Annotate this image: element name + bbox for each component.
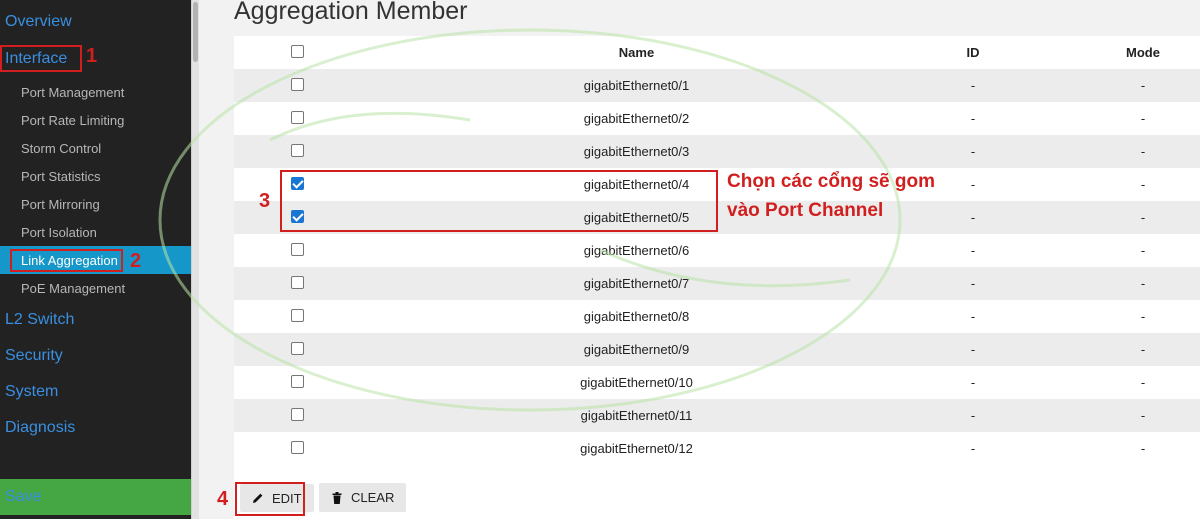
nav-system[interactable]: System [0, 374, 191, 410]
row-checkbox[interactable] [291, 210, 304, 223]
table-row: gigabitEthernet0/4 - - [234, 168, 1200, 201]
port-name: gigabitEthernet0/5 [583, 210, 690, 225]
select-all-checkbox[interactable] [291, 45, 304, 58]
sidebar-item-port-rate-limiting[interactable]: Port Rate Limiting [0, 106, 191, 134]
port-id: - [970, 243, 976, 258]
row-checkbox[interactable] [291, 342, 304, 355]
column-header-id: ID [966, 45, 980, 60]
sidebar-item-port-management[interactable]: Port Management [0, 78, 191, 106]
row-checkbox[interactable] [291, 276, 304, 289]
table-row: gigabitEthernet0/10 - - [234, 366, 1200, 399]
annotation-callout-line-2: vào Port Channel [727, 200, 884, 221]
port-id: - [970, 111, 976, 126]
port-name: gigabitEthernet0/12 [580, 441, 693, 456]
clear-button[interactable]: CLEAR [319, 483, 407, 512]
port-name: gigabitEthernet0/7 [583, 276, 690, 291]
port-mode: - [1140, 243, 1146, 258]
sidebar-item-storm-control[interactable]: Storm Control [0, 134, 191, 162]
port-id: - [970, 276, 976, 291]
row-checkbox[interactable] [291, 408, 304, 421]
port-id: - [970, 375, 976, 390]
port-id: - [970, 177, 976, 192]
port-id: - [970, 210, 976, 225]
nav-security[interactable]: Security [0, 338, 191, 374]
row-checkbox[interactable] [291, 177, 304, 190]
sidebar-item-port-isolation[interactable]: Port Isolation [0, 218, 191, 246]
port-id: - [970, 441, 976, 456]
annotation-number-1: 1 [86, 45, 98, 67]
row-checkbox[interactable] [291, 375, 304, 388]
aggregation-member-table: Name ID Mode gigabitEthernet0/1- - gigabit… [234, 36, 1200, 465]
sidebar-item-link-aggregation[interactable]: Link Aggregation [0, 246, 191, 274]
table-row: gigabitEthernet0/1 - - [234, 69, 1200, 102]
port-id: - [970, 408, 976, 423]
port-mode: - [1140, 309, 1146, 324]
sidebar-item-port-statistics[interactable]: Port Statistics [0, 162, 191, 190]
table-row: gigabitEthernet0/2 - - [234, 102, 1200, 135]
port-name: gigabitEthernet0/3 [583, 144, 690, 159]
row-checkbox[interactable] [291, 309, 304, 322]
annotation-callout-line-1: Chọn các cổng sẽ gom [727, 171, 935, 192]
port-name: gigabitEthernet0/11 [580, 408, 693, 423]
port-name: gigabitEthernet0/9 [583, 342, 690, 357]
row-checkbox[interactable] [291, 243, 304, 256]
port-mode: - [1140, 375, 1146, 390]
pencil-icon [253, 493, 263, 503]
nav-l2-switch[interactable]: L2 Switch [0, 302, 191, 338]
table-row: gigabitEthernet0/9 - - [234, 333, 1200, 366]
port-mode: - [1140, 177, 1146, 192]
port-name: gigabitEthernet0/8 [583, 309, 690, 324]
table-header: Name ID Mode [234, 36, 1200, 69]
edit-button[interactable]: EDIT [240, 484, 314, 512]
table-row: gigabitEthernet0/6 - - [234, 234, 1200, 267]
port-id: - [970, 342, 976, 357]
port-name: gigabitEthernet0/2 [583, 111, 690, 126]
annotation-number-2: 2 [130, 250, 142, 272]
port-mode: - [1140, 78, 1146, 93]
sidebar-scrollbar[interactable] [191, 0, 199, 519]
nav-diagnosis[interactable]: Diagnosis [0, 410, 191, 446]
port-name: gigabitEthernet0/10 [580, 375, 693, 390]
sidebar-item-port-mirroring[interactable]: Port Mirroring [0, 190, 191, 218]
column-header-mode: Mode [1126, 45, 1160, 60]
annotation-number-3: 3 [259, 190, 271, 212]
save-button[interactable]: Save [0, 479, 191, 515]
sidebar-item-poe-management[interactable]: PoE Management [0, 274, 191, 302]
clear-button-label: CLEAR [351, 490, 395, 505]
port-name: gigabitEthernet0/1 [583, 78, 690, 93]
row-checkbox[interactable] [291, 111, 304, 124]
port-id: - [970, 309, 976, 324]
port-mode: - [1140, 441, 1146, 456]
edit-button-label: EDIT [272, 490, 302, 506]
port-mode: - [1140, 276, 1146, 291]
port-mode: - [1140, 144, 1146, 159]
table-row: gigabitEthernet0/3 - - [234, 135, 1200, 168]
page-title: Aggregation Member [234, 0, 468, 25]
table-actions: EDIT CLEAR [234, 465, 1200, 519]
port-id: - [970, 144, 976, 159]
column-header-name: Name [618, 45, 655, 60]
trash-icon [332, 491, 342, 504]
table-row: gigabitEthernet0/5 - - [234, 201, 1200, 234]
annotation-number-4: 4 [217, 488, 229, 510]
main-content: Aggregation Member Name ID Mode gigabitE… [199, 0, 1200, 519]
row-checkbox[interactable] [291, 78, 304, 91]
table-row: gigabitEthernet0/11 - - [234, 399, 1200, 432]
sidebar: Overview Interface Port Management Port … [0, 0, 191, 519]
port-id: - [970, 78, 976, 93]
port-name: gigabitEthernet0/6 [583, 243, 690, 258]
port-name: gigabitEthernet0/4 [583, 177, 690, 192]
table-row: gigabitEthernet0/8 - - [234, 300, 1200, 333]
row-checkbox[interactable] [291, 144, 304, 157]
port-mode: - [1140, 408, 1146, 423]
table-row: gigabitEthernet0/12 - - [234, 432, 1200, 465]
nav-overview[interactable]: Overview [0, 4, 191, 40]
scrollbar-thumb[interactable] [193, 2, 198, 62]
port-mode: - [1140, 342, 1146, 357]
port-mode: - [1140, 111, 1146, 126]
port-mode: - [1140, 210, 1146, 225]
table-row: gigabitEthernet0/7 - - [234, 267, 1200, 300]
row-checkbox[interactable] [291, 441, 304, 454]
